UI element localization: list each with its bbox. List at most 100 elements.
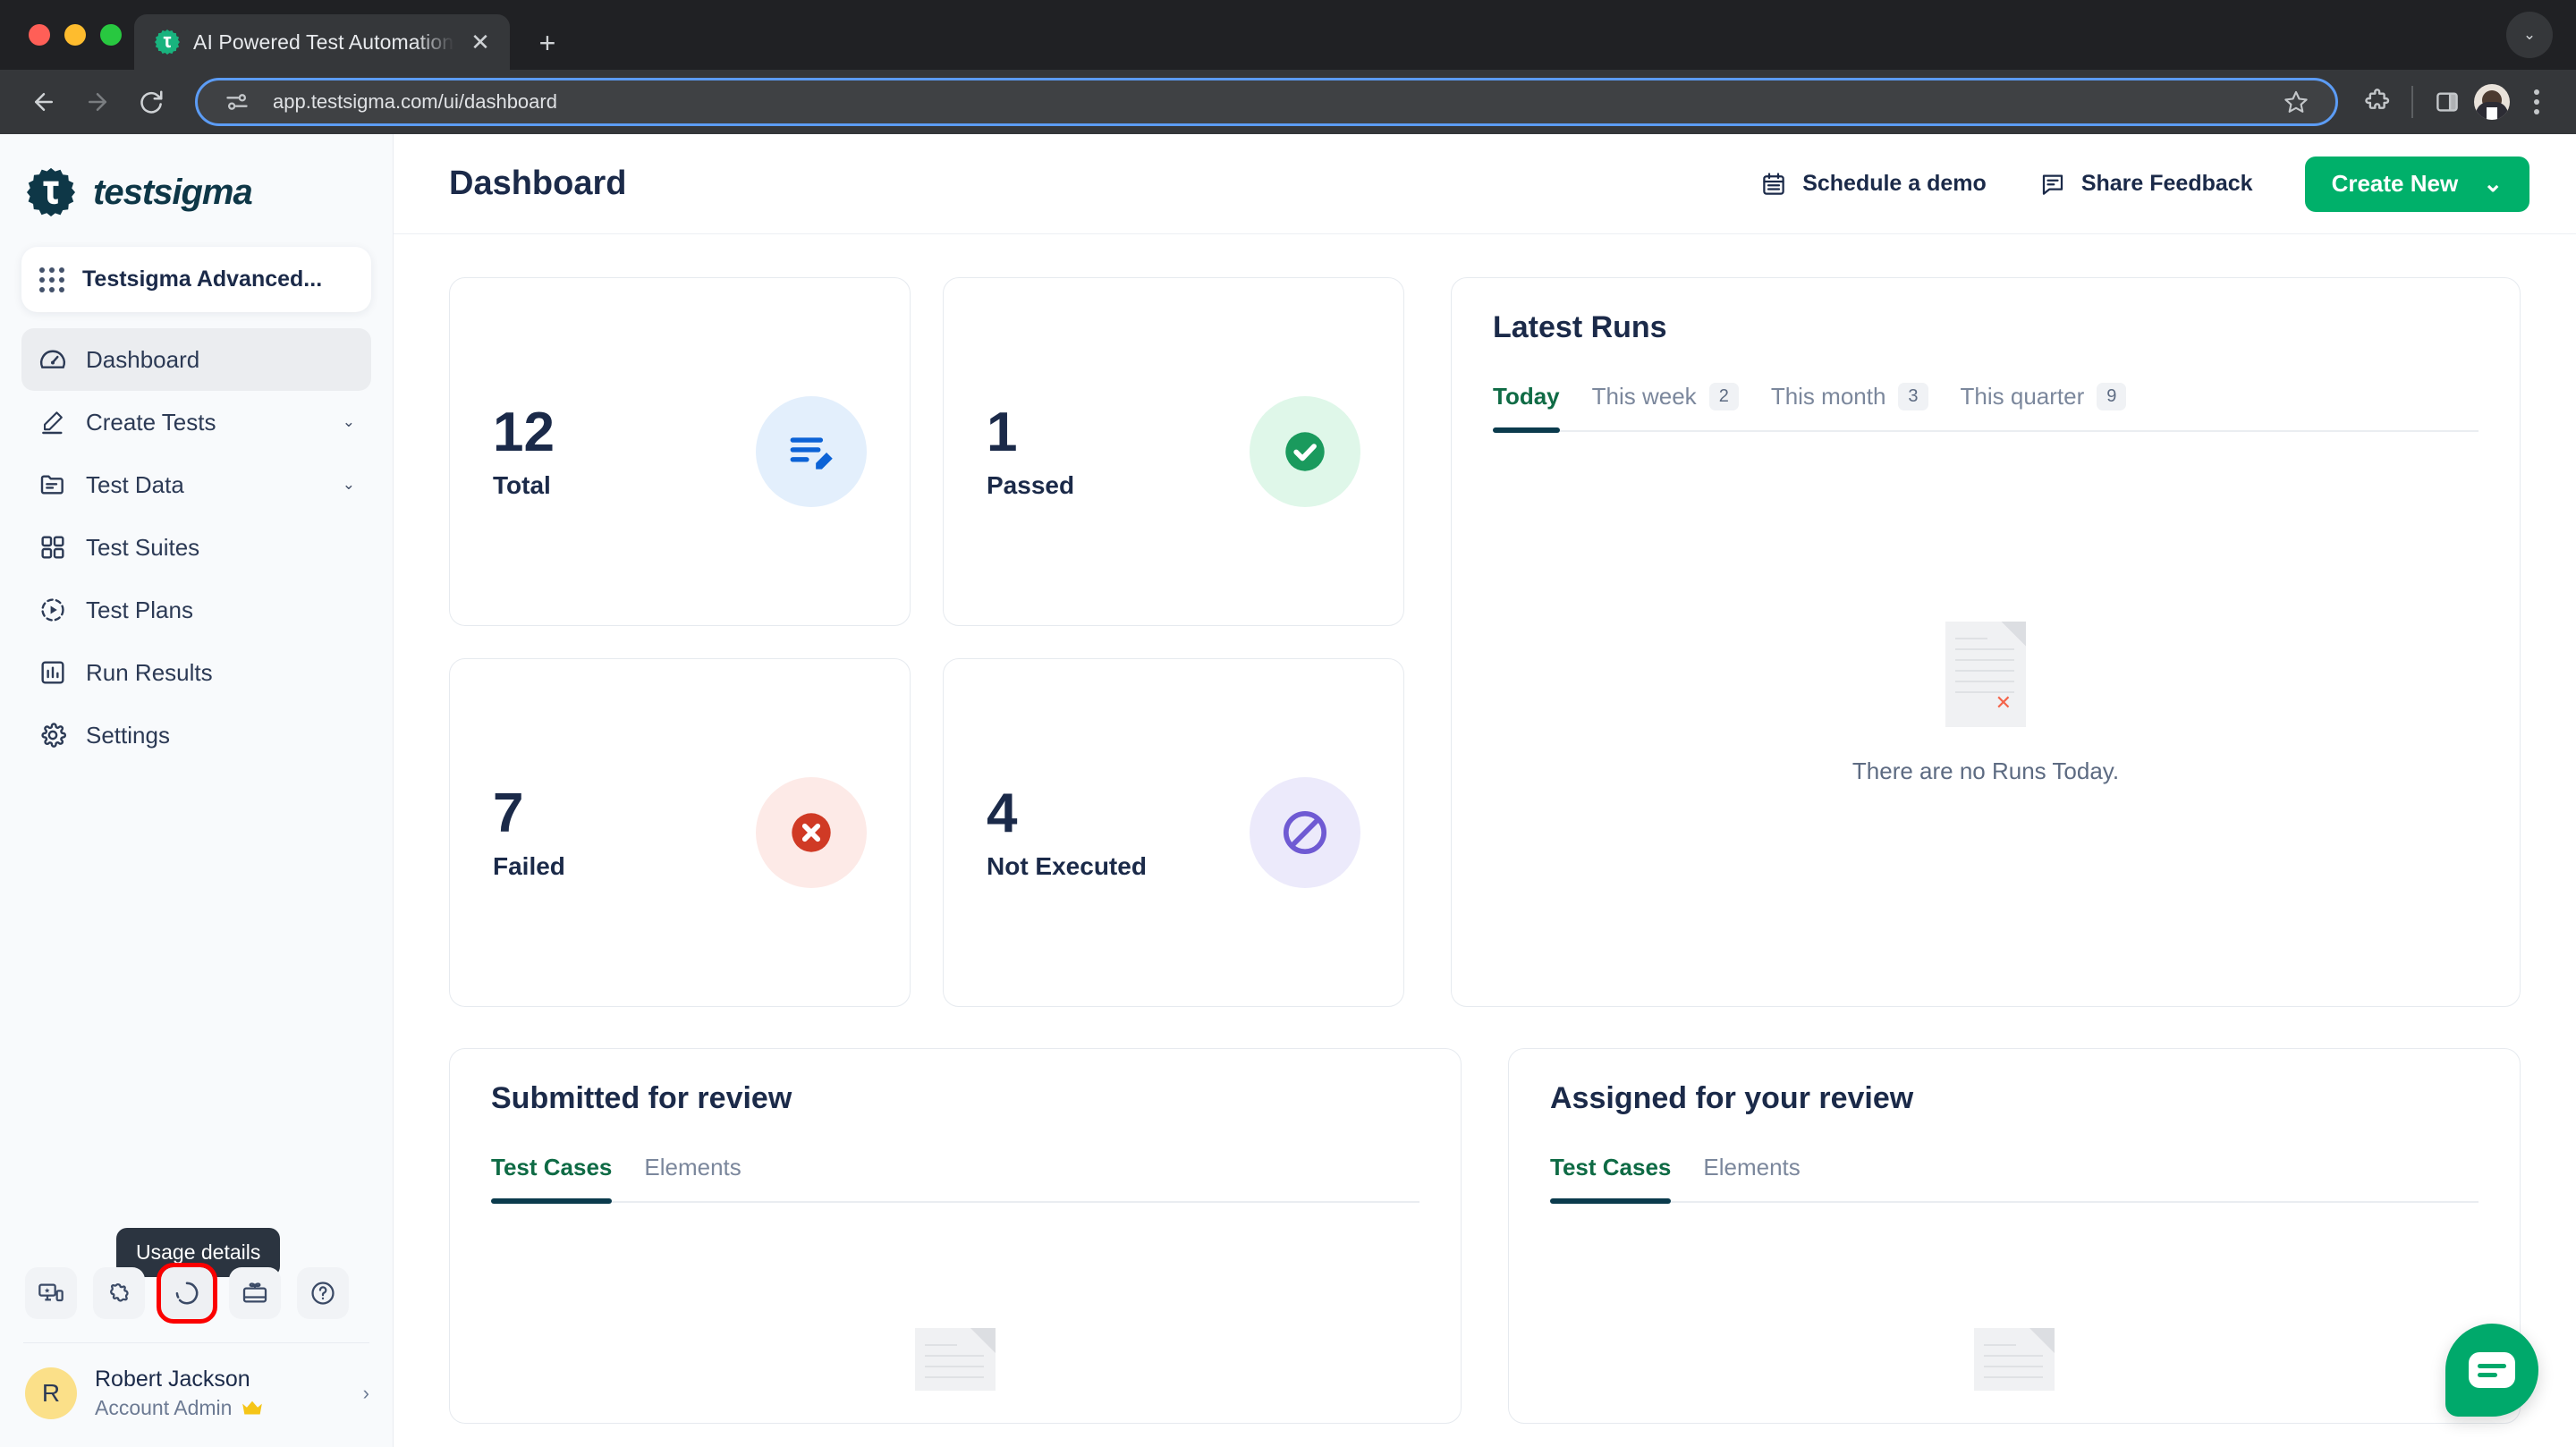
empty-state-text: There are no Runs Today. bbox=[1852, 757, 2120, 784]
chevron-down-icon[interactable]: ⌄ bbox=[343, 476, 355, 494]
stat-card-passed[interactable]: 1 Passed bbox=[943, 277, 1404, 626]
chevron-right-icon[interactable]: › bbox=[363, 1382, 369, 1405]
stat-card-failed[interactable]: 7 Failed bbox=[449, 658, 911, 1007]
tab-elements[interactable]: Elements bbox=[1703, 1154, 1800, 1201]
project-switcher[interactable]: Testsigma Advanced... bbox=[21, 247, 371, 312]
tab-this-quarter[interactable]: This quarter 9 bbox=[1961, 383, 2127, 430]
user-name: Robert Jackson bbox=[95, 1367, 250, 1392]
edit-list-icon bbox=[756, 396, 867, 507]
tab-label: This quarter bbox=[1960, 383, 2085, 410]
tab-label: Elements bbox=[644, 1154, 741, 1180]
extensions-puzzle-icon[interactable] bbox=[2358, 82, 2397, 122]
submitted-review-empty-state bbox=[491, 1203, 1419, 1391]
avatar: R bbox=[25, 1367, 77, 1419]
latest-runs-empty-state: ✕ There are no Runs Today. bbox=[1493, 432, 2479, 974]
testsigma-gear-logo-icon bbox=[25, 166, 77, 218]
sidebar-item-label: Test Data bbox=[86, 470, 184, 498]
sidebar-item-dashboard[interactable]: Dashboard bbox=[21, 328, 371, 391]
user-role: Account Admin bbox=[95, 1396, 345, 1420]
sidebar-item-test-data[interactable]: Test Data ⌄ bbox=[21, 453, 371, 516]
forward-button[interactable] bbox=[73, 78, 122, 126]
close-tab-button[interactable]: ✕ bbox=[467, 30, 494, 54]
submitted-review-tabs: Test Cases Elements bbox=[491, 1154, 1419, 1204]
stat-cards: 12 Total 1 Passed 7 Failed 4 Not Execute… bbox=[449, 277, 1404, 1007]
stat-label: Failed bbox=[493, 851, 565, 880]
tab-label: Test Cases bbox=[491, 1154, 613, 1180]
new-tab-button[interactable]: + bbox=[530, 29, 565, 57]
reload-button[interactable] bbox=[127, 78, 175, 126]
tab-label: Test Cases bbox=[1550, 1154, 1672, 1180]
tab-count-badge: 2 bbox=[1708, 383, 1739, 410]
document-illustration bbox=[915, 1328, 996, 1391]
close-window-button[interactable] bbox=[29, 24, 50, 46]
create-new-button[interactable]: Create New ⌄ bbox=[2304, 156, 2529, 212]
schedule-demo-label: Schedule a demo bbox=[1802, 171, 1987, 196]
chevron-down-icon[interactable]: ⌄ bbox=[2483, 170, 2503, 198]
stat-card-total[interactable]: 12 Total bbox=[449, 277, 911, 626]
chat-widget-button[interactable] bbox=[2445, 1324, 2538, 1417]
side-panel-icon[interactable] bbox=[2428, 82, 2467, 122]
stat-value: 1 bbox=[987, 402, 1018, 464]
site-settings-tune-icon[interactable] bbox=[217, 82, 257, 122]
share-feedback-button[interactable]: Share Feedback bbox=[2038, 170, 2253, 199]
assigned-review-empty-state bbox=[1550, 1203, 2479, 1391]
sidebar-item-label: Create Tests bbox=[86, 408, 216, 436]
tab-label: This week bbox=[1591, 383, 1697, 410]
maximize-window-button[interactable] bbox=[100, 24, 122, 46]
stat-label: Total bbox=[493, 470, 551, 499]
address-bar[interactable]: app.testsigma.com/ui/dashboard bbox=[195, 78, 2338, 126]
message-icon bbox=[2038, 170, 2067, 199]
chat-message-icon bbox=[2469, 1352, 2515, 1388]
usage-ring-icon[interactable] bbox=[157, 1263, 217, 1324]
stat-value: 12 bbox=[493, 402, 555, 464]
tab-test-cases[interactable]: Test Cases bbox=[491, 1154, 613, 1204]
sidebar-user-profile[interactable]: R Robert Jackson Account Admin › bbox=[0, 1343, 393, 1447]
sidebar-quick-actions bbox=[0, 1263, 393, 1342]
main-content: Dashboard Schedule a demo Share Feedback… bbox=[394, 134, 2576, 1447]
document-error-illustration: ✕ bbox=[1945, 621, 2026, 727]
tab-label: This month bbox=[1770, 383, 1886, 410]
sidebar-item-settings[interactable]: Settings bbox=[21, 704, 371, 766]
stat-card-not-executed[interactable]: 4 Not Executed bbox=[943, 658, 1404, 1007]
sidebar-item-label: Run Results bbox=[86, 658, 213, 686]
tab-today[interactable]: Today bbox=[1493, 383, 1560, 433]
grid-squares-icon bbox=[38, 532, 68, 563]
tab-elements[interactable]: Elements bbox=[644, 1154, 741, 1201]
puzzle-extension-icon[interactable] bbox=[93, 1267, 145, 1319]
tab-this-week[interactable]: This week 2 bbox=[1592, 383, 1739, 430]
schedule-demo-button[interactable]: Schedule a demo bbox=[1759, 170, 1987, 199]
sidebar-item-run-results[interactable]: Run Results bbox=[21, 641, 371, 704]
tab-this-month[interactable]: This month 3 bbox=[1771, 383, 1928, 430]
gift-card-icon[interactable] bbox=[229, 1267, 281, 1319]
sidebar-item-test-suites[interactable]: Test Suites bbox=[21, 516, 371, 579]
sidebar-item-test-plans[interactable]: Test Plans bbox=[21, 579, 371, 641]
three-dot-menu-icon[interactable] bbox=[2517, 89, 2556, 114]
sidebar-item-label: Dashboard bbox=[86, 345, 200, 373]
dashboard-content: 12 Total 1 Passed 7 Failed 4 Not Execute… bbox=[394, 234, 2576, 1447]
browser-tab[interactable]: AI Powered Test Automation ✕ bbox=[134, 14, 510, 70]
browser-window: AI Powered Test Automation ✕ + ⌄ app.tes… bbox=[0, 0, 2576, 1447]
window-traffic-lights bbox=[20, 0, 134, 70]
back-button[interactable] bbox=[20, 78, 68, 126]
star-icon[interactable] bbox=[2276, 82, 2316, 122]
tab-test-cases[interactable]: Test Cases bbox=[1550, 1154, 1672, 1204]
dashboard-top-row: 12 Total 1 Passed 7 Failed 4 Not Execute… bbox=[449, 277, 2521, 1007]
sidebar-item-create-tests[interactable]: Create Tests ⌄ bbox=[21, 391, 371, 453]
dashboard-bottom-row: Submitted for review Test Cases Elements bbox=[449, 1048, 2521, 1424]
chevron-down-icon[interactable]: ⌄ bbox=[343, 413, 355, 431]
x-circle-icon bbox=[756, 777, 867, 888]
project-name-label: Testsigma Advanced... bbox=[82, 267, 323, 292]
create-new-label: Create New bbox=[2331, 170, 2459, 197]
profile-avatar[interactable] bbox=[2472, 82, 2512, 122]
app-logo[interactable]: testsigma bbox=[0, 134, 393, 241]
devices-icon[interactable] bbox=[25, 1267, 77, 1319]
help-question-icon[interactable] bbox=[297, 1267, 349, 1319]
address-bar-url[interactable]: app.testsigma.com/ui/dashboard bbox=[273, 90, 2260, 114]
bar-chart-icon bbox=[38, 657, 68, 688]
app-page: testsigma Testsigma Advanced... Dashboar… bbox=[0, 134, 2576, 1447]
blocked-circle-icon bbox=[1250, 777, 1360, 888]
tab-count-badge: 3 bbox=[1898, 383, 1928, 410]
minimize-window-button[interactable] bbox=[64, 24, 86, 46]
latest-runs-title: Latest Runs bbox=[1493, 310, 1667, 344]
chevron-down-icon[interactable]: ⌄ bbox=[2506, 12, 2553, 58]
